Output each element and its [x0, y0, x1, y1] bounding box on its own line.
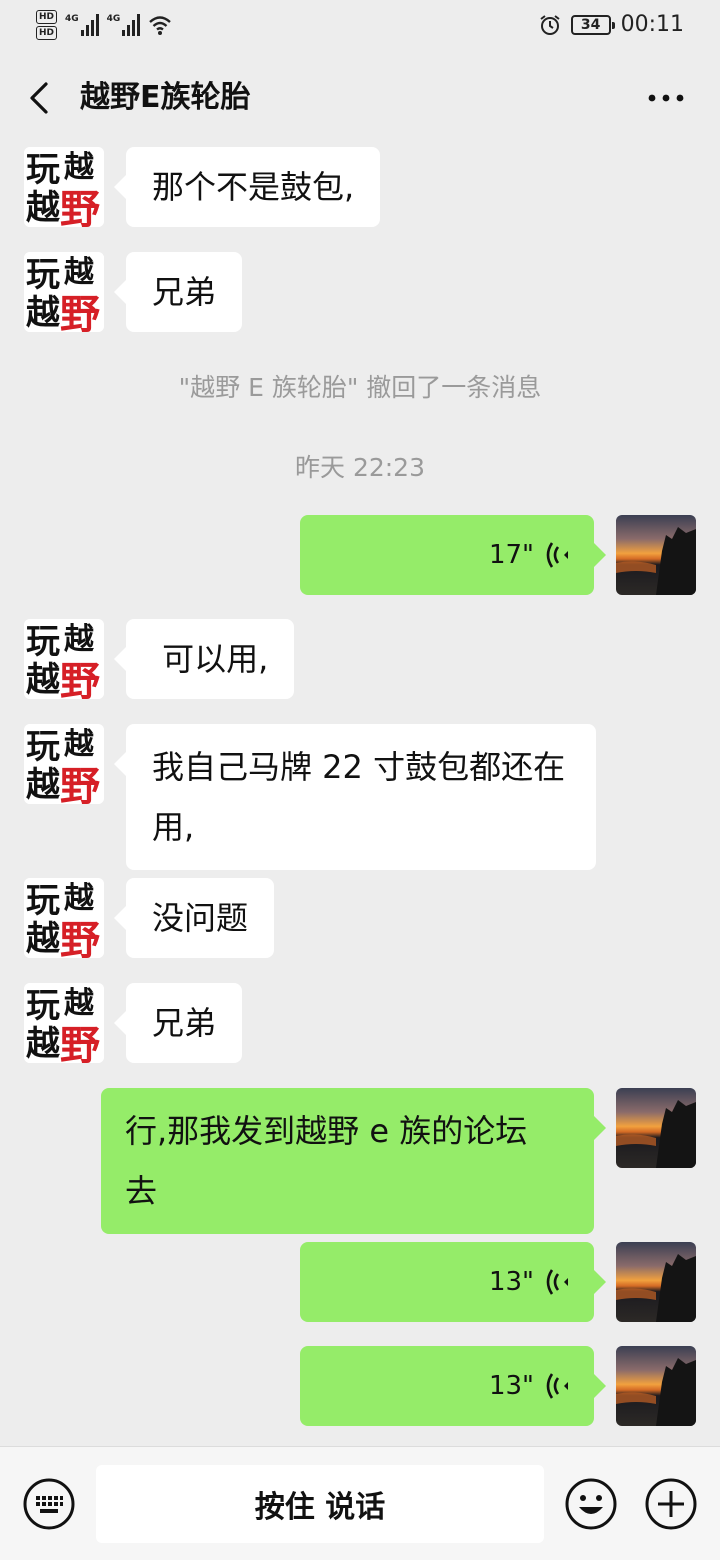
logo-char: 越 [64, 622, 95, 657]
avatar[interactable] [616, 1346, 696, 1426]
logo-char: 玩 [26, 881, 60, 921]
logo-char: 越 [64, 727, 95, 762]
message-text: 没问题 [152, 899, 249, 937]
sunset-avatar-image [616, 1254, 696, 1322]
voice-wave-icon [546, 1269, 568, 1295]
message-bubble[interactable]: 没问题 [113, 878, 275, 958]
signal-icon: 4G [65, 14, 99, 36]
logo-char: 玩 [26, 986, 60, 1026]
logo-avatar-image: 玩 越 越 野 [24, 252, 104, 332]
message-text: 那个不是鼓包, [152, 168, 355, 206]
chat-header: 越野E族轮胎 [0, 52, 720, 146]
status-time: 00:11 [620, 12, 684, 37]
logo-char: 野 [60, 1023, 100, 1063]
logo-char: 越 [26, 660, 61, 699]
logo-char: 越 [26, 765, 61, 804]
logo-char: 越 [64, 986, 95, 1021]
alarm-icon [539, 14, 560, 35]
avatar[interactable]: 玩 越 越 野 [24, 724, 104, 804]
avatar[interactable] [616, 1242, 696, 1322]
message-text-line: 去 [125, 1172, 158, 1210]
network-type: 4G [106, 14, 121, 24]
avatar[interactable]: 玩 越 越 野 [24, 983, 104, 1063]
logo-char: 越 [26, 293, 61, 332]
avatar[interactable]: 玩 越 越 野 [24, 619, 104, 699]
logo-char: 越 [64, 255, 95, 290]
network-type: 4G [65, 14, 79, 24]
logo-char: 野 [60, 292, 100, 332]
input-bar: 按住 说话 [0, 1446, 720, 1560]
sunset-avatar-image [616, 1358, 696, 1426]
signal-icon: 4G [107, 14, 141, 36]
logo-avatar-image: 玩 越 越 野 [24, 983, 104, 1063]
logo-avatar-image: 玩 越 越 野 [24, 724, 104, 804]
message-bubble[interactable]: 兄弟 [113, 983, 243, 1063]
avatar[interactable] [616, 515, 696, 595]
hd-badge: HD [36, 26, 58, 40]
hd-badges: HD HD [36, 10, 58, 40]
avatar[interactable] [616, 1088, 696, 1168]
logo-avatar-image: 玩 越 越 野 [24, 147, 104, 227]
status-right: 34 00:11 [539, 12, 684, 37]
keyboard-icon[interactable] [22, 1477, 76, 1531]
timestamp: 昨天 22:23 [295, 453, 425, 482]
voice-message[interactable]: 13" [300, 1242, 606, 1322]
voice-duration: 17" [488, 540, 534, 570]
logo-char: 玩 [26, 727, 60, 767]
sunset-avatar-image [616, 527, 696, 595]
logo-char: 越 [26, 188, 61, 227]
voice-duration: 13" [488, 1371, 534, 1401]
avatar[interactable]: 玩 越 越 野 [24, 878, 104, 958]
recall-notice: "越野 E 族轮胎" 撤回了一条消息 [178, 373, 542, 402]
avatar[interactable]: 玩 越 越 野 [24, 147, 104, 227]
logo-char: 玩 [26, 622, 60, 662]
voice-message[interactable]: 13" [300, 1346, 606, 1426]
voice-wave-icon [546, 542, 568, 568]
message-text-line: 行,那我发到越野 e 族的论坛 [125, 1112, 528, 1150]
logo-char: 野 [60, 918, 100, 958]
logo-avatar-image: 玩 越 越 野 [24, 878, 104, 958]
chat-title: 越野E族轮胎 [80, 80, 251, 115]
wifi-icon [149, 16, 172, 35]
emoji-icon[interactable] [564, 1477, 618, 1531]
status-left: HD HD 4G 4G [36, 10, 172, 40]
logo-char: 越 [26, 1024, 61, 1063]
message-text-line: 用, [152, 808, 195, 846]
more-dots-icon[interactable] [646, 86, 686, 110]
message-text: 可以用, [152, 640, 269, 678]
message-bubble[interactable]: 可以用, [113, 619, 295, 699]
message-bubble[interactable]: 行,那我发到越野 e 族的论坛 去 [101, 1088, 606, 1234]
message-bubble[interactable]: 我自己马牌 22 寸鼓包都还在 用, [114, 724, 596, 870]
logo-char: 野 [60, 187, 100, 227]
voice-message[interactable]: 17" [300, 515, 606, 595]
logo-char: 玩 [26, 255, 60, 295]
voice-wave-icon [546, 1373, 568, 1399]
logo-char: 越 [64, 150, 95, 185]
logo-char: 越 [26, 919, 61, 958]
logo-char: 玩 [26, 150, 60, 190]
voice-duration: 13" [488, 1267, 534, 1297]
message-text: 兄弟 [152, 273, 217, 311]
message-text: 兄弟 [152, 1004, 217, 1042]
logo-avatar-image: 玩 越 越 野 [24, 619, 104, 699]
chevron-left-icon[interactable] [24, 78, 52, 118]
logo-char: 野 [60, 659, 100, 699]
sunset-avatar-image [616, 1100, 696, 1168]
message-text-line: 我自己马牌 22 寸鼓包都还在 [152, 748, 566, 786]
status-bar: HD HD 4G 4G 34 00:11 [0, 0, 720, 52]
message-bubble[interactable]: 那个不是鼓包, [113, 147, 381, 227]
logo-char: 野 [60, 764, 100, 804]
logo-char: 越 [64, 881, 95, 916]
hold-to-talk-button[interactable]: 按住 说话 [96, 1465, 544, 1543]
avatar[interactable]: 玩 越 越 野 [24, 252, 104, 332]
hd-badge: HD [36, 10, 58, 24]
plus-icon[interactable] [644, 1477, 698, 1531]
message-bubble[interactable]: 兄弟 [113, 252, 243, 332]
message-list[interactable]: 玩 越 越 野 那个不是鼓包, 玩 越 越 野 兄弟 "越野 E 族轮胎" 撤回… [0, 146, 720, 1446]
battery-icon: 34 [570, 14, 615, 35]
